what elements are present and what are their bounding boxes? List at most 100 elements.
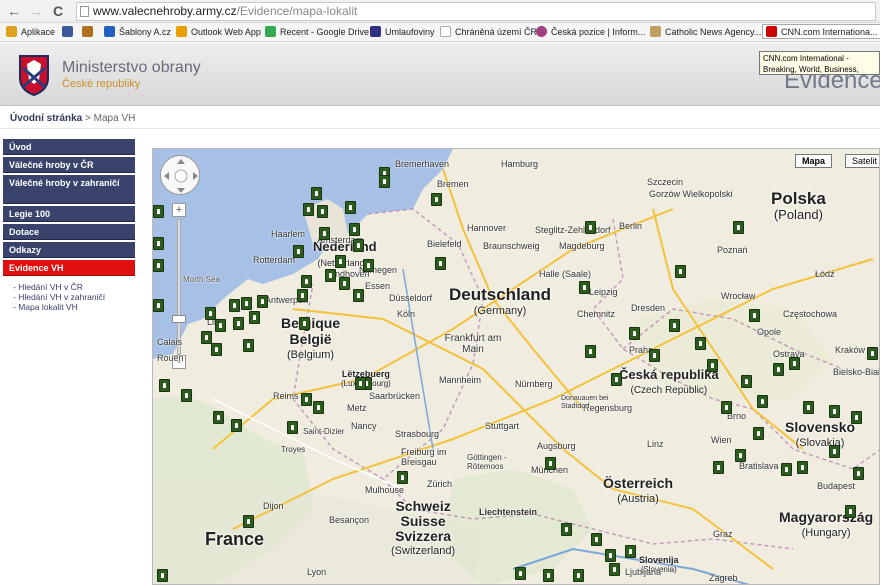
- bookmark-sablony[interactable]: Šablony A.cz: [104, 25, 171, 40]
- grave-marker-icon[interactable]: [749, 309, 760, 322]
- grave-marker-icon[interactable]: [379, 175, 390, 188]
- forward-icon[interactable]: →: [28, 3, 44, 19]
- grave-marker-icon[interactable]: [241, 297, 252, 310]
- grave-marker-icon[interactable]: [153, 299, 164, 312]
- map-type-satellite-button[interactable]: Satelit: [845, 154, 879, 168]
- grave-marker-icon[interactable]: [803, 401, 814, 414]
- grave-marker-icon[interactable]: [215, 319, 226, 332]
- grave-marker-icon[interactable]: [181, 389, 192, 402]
- bookmark-cnn[interactable]: CNN.com Internationa...: [762, 24, 880, 39]
- grave-marker-icon[interactable]: [579, 281, 590, 294]
- sidebar-item-hroby-cr[interactable]: Válečné hroby v ČR: [3, 157, 135, 173]
- map-type-map-button[interactable]: Mapa: [795, 154, 833, 168]
- grave-marker-icon[interactable]: [159, 379, 170, 392]
- bookmark-catholic-news[interactable]: Catholic News Agency...: [650, 25, 761, 40]
- grave-marker-icon[interactable]: [301, 275, 312, 288]
- grave-marker-icon[interactable]: [325, 269, 336, 282]
- grave-marker-icon[interactable]: [353, 239, 364, 252]
- bookmark-chranena[interactable]: Chráněná území ČR: [440, 25, 537, 40]
- grave-marker-icon[interactable]: [205, 307, 216, 320]
- grave-marker-icon[interactable]: [243, 339, 254, 352]
- grave-marker-icon[interactable]: [753, 427, 764, 440]
- grave-marker-icon[interactable]: [435, 257, 446, 270]
- grave-marker-icon[interactable]: [153, 205, 164, 218]
- grave-marker-icon[interactable]: [431, 193, 442, 206]
- grave-marker-icon[interactable]: [867, 347, 878, 360]
- grave-marker-icon[interactable]: [585, 221, 596, 234]
- grave-marker-icon[interactable]: [773, 363, 784, 376]
- grave-marker-icon[interactable]: [629, 327, 640, 340]
- bookmark-drive[interactable]: Recent - Google Drive: [265, 25, 369, 40]
- grave-marker-icon[interactable]: [233, 317, 244, 330]
- grave-marker-icon[interactable]: [257, 295, 268, 308]
- sidebar-item-legie[interactable]: Legie 100: [3, 206, 135, 222]
- grave-marker-icon[interactable]: [829, 445, 840, 458]
- grave-marker-icon[interactable]: [243, 515, 254, 528]
- grave-marker-icon[interactable]: [543, 569, 554, 582]
- map-viewport[interactable]: Mapa Satelit + - Deutschland (Germany) Po…: [152, 148, 880, 585]
- address-bar[interactable]: www.valecnehroby.army.cz/Evidence/mapa-l…: [76, 2, 876, 21]
- grave-marker-icon[interactable]: [355, 377, 366, 390]
- grave-marker-icon[interactable]: [249, 311, 260, 324]
- bookmark-apps[interactable]: Aplikace: [6, 25, 55, 40]
- grave-marker-icon[interactable]: [363, 259, 374, 272]
- grave-marker-icon[interactable]: [293, 245, 304, 258]
- zoom-slider-track[interactable]: [177, 219, 181, 355]
- bookmark-umlaufoviny[interactable]: Umlaufoviny: [370, 25, 435, 40]
- grave-marker-icon[interactable]: [611, 373, 622, 386]
- grave-marker-icon[interactable]: [735, 449, 746, 462]
- grave-marker-icon[interactable]: [213, 411, 224, 424]
- grave-marker-icon[interactable]: [561, 523, 572, 536]
- grave-marker-icon[interactable]: [345, 201, 356, 214]
- submenu-item-hledani-zahranici[interactable]: Hledání VH v zahraničí: [13, 292, 135, 302]
- pan-control[interactable]: [160, 155, 200, 195]
- grave-marker-icon[interactable]: [609, 563, 620, 576]
- grave-marker-icon[interactable]: [311, 187, 322, 200]
- grave-marker-icon[interactable]: [349, 223, 360, 236]
- bookmark-ceska-pozice[interactable]: Česká pozice | Inform...: [536, 25, 645, 40]
- grave-marker-icon[interactable]: [853, 467, 864, 480]
- grave-marker-icon[interactable]: [789, 357, 800, 370]
- grave-marker-icon[interactable]: [757, 395, 768, 408]
- zoom-slider-handle[interactable]: [172, 315, 186, 323]
- grave-marker-icon[interactable]: [201, 331, 212, 344]
- grave-marker-icon[interactable]: [845, 505, 856, 518]
- sidebar-item-dotace[interactable]: Dotace: [3, 224, 135, 240]
- grave-marker-icon[interactable]: [625, 545, 636, 558]
- grave-marker-icon[interactable]: [649, 349, 660, 362]
- grave-marker-icon[interactable]: [851, 411, 862, 424]
- submenu-item-mapa[interactable]: Mapa lokalit VH: [13, 302, 135, 312]
- grave-marker-icon[interactable]: [591, 533, 602, 546]
- grave-marker-icon[interactable]: [829, 405, 840, 418]
- sidebar-item-evidence[interactable]: Evidence VH: [3, 260, 135, 276]
- grave-marker-icon[interactable]: [797, 461, 808, 474]
- grave-marker-icon[interactable]: [297, 289, 308, 302]
- bookmark-facebook[interactable]: [62, 25, 77, 40]
- grave-marker-icon[interactable]: [721, 401, 732, 414]
- grave-marker-icon[interactable]: [303, 203, 314, 216]
- bookmark-outlook[interactable]: Outlook Web App: [176, 25, 261, 40]
- grave-marker-icon[interactable]: [339, 277, 350, 290]
- grave-marker-icon[interactable]: [397, 471, 408, 484]
- grave-marker-icon[interactable]: [157, 569, 168, 582]
- grave-marker-icon[interactable]: [781, 463, 792, 476]
- grave-marker-icon[interactable]: [231, 419, 242, 432]
- grave-marker-icon[interactable]: [713, 461, 724, 474]
- grave-marker-icon[interactable]: [605, 549, 616, 562]
- breadcrumb-home-link[interactable]: Úvodní stránka: [10, 113, 82, 124]
- sidebar-item-odkazy[interactable]: Odkazy: [3, 242, 135, 258]
- sidebar-item-hroby-zahranici[interactable]: Válečné hroby v zahraničí: [3, 175, 135, 204]
- grave-marker-icon[interactable]: [515, 567, 526, 580]
- submenu-item-hledani-cr[interactable]: Hledání VH v ČR: [13, 282, 135, 292]
- zoom-in-button[interactable]: +: [172, 203, 186, 217]
- grave-marker-icon[interactable]: [287, 421, 298, 434]
- grave-marker-icon[interactable]: [153, 259, 164, 272]
- grave-marker-icon[interactable]: [733, 221, 744, 234]
- grave-marker-icon[interactable]: [313, 401, 324, 414]
- ministry-logo-icon[interactable]: [18, 54, 50, 96]
- grave-marker-icon[interactable]: [299, 317, 310, 330]
- grave-marker-icon[interactable]: [707, 359, 718, 372]
- grave-marker-icon[interactable]: [229, 299, 240, 312]
- grave-marker-icon[interactable]: [741, 375, 752, 388]
- grave-marker-icon[interactable]: [669, 319, 680, 332]
